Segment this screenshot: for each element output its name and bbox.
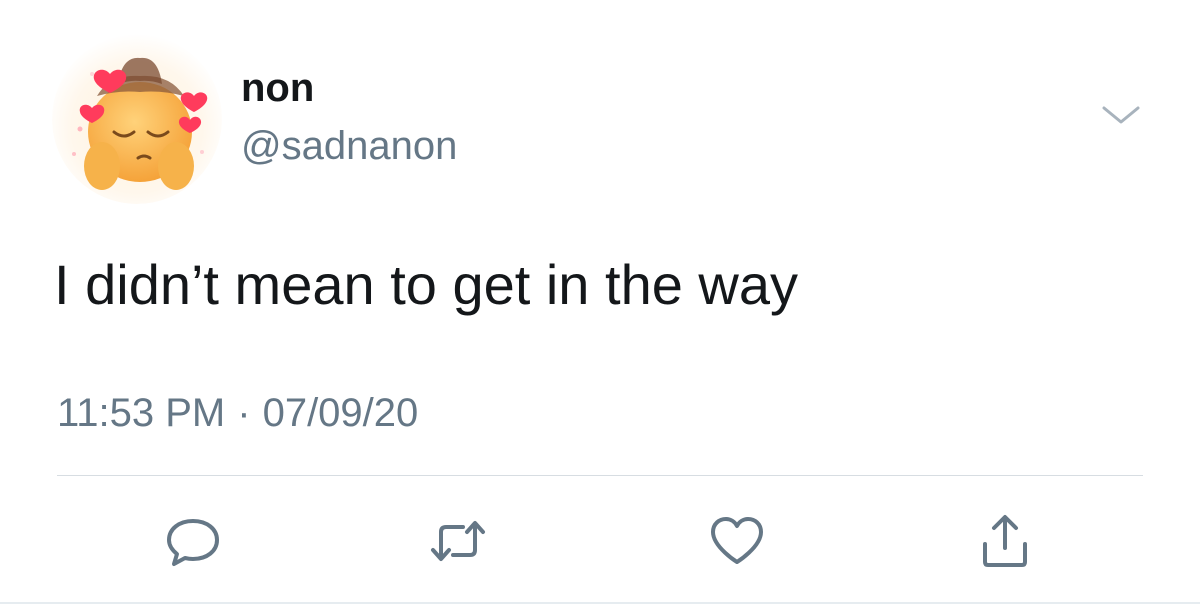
retweet-icon xyxy=(431,521,485,561)
reply-icon xyxy=(167,519,219,566)
tweet-text: I didn’t mean to get in the way xyxy=(54,253,798,316)
tweet-date: 07/09/20 xyxy=(262,391,419,435)
like-button[interactable] xyxy=(708,514,766,568)
heart-icon xyxy=(711,517,763,564)
reply-button[interactable] xyxy=(164,514,222,568)
share-icon xyxy=(983,515,1027,567)
share-button[interactable] xyxy=(976,514,1034,568)
tweet-options-button[interactable] xyxy=(1100,100,1142,130)
meta-separator: · xyxy=(237,391,251,435)
bottom-divider xyxy=(0,602,1200,604)
retweet-button[interactable] xyxy=(429,514,487,568)
divider xyxy=(57,475,1143,476)
tweet-time: 11:53 PM xyxy=(57,391,226,435)
display-name[interactable]: non xyxy=(241,64,314,112)
chevron-down-icon xyxy=(1102,106,1140,124)
avatar[interactable] xyxy=(52,34,222,204)
user-handle[interactable]: @sadnanon xyxy=(241,122,457,170)
tweet-timestamp[interactable]: 11:53 PM · 07/09/20 xyxy=(57,388,418,438)
pleading-face-cowboy-hearts-icon xyxy=(52,34,222,204)
